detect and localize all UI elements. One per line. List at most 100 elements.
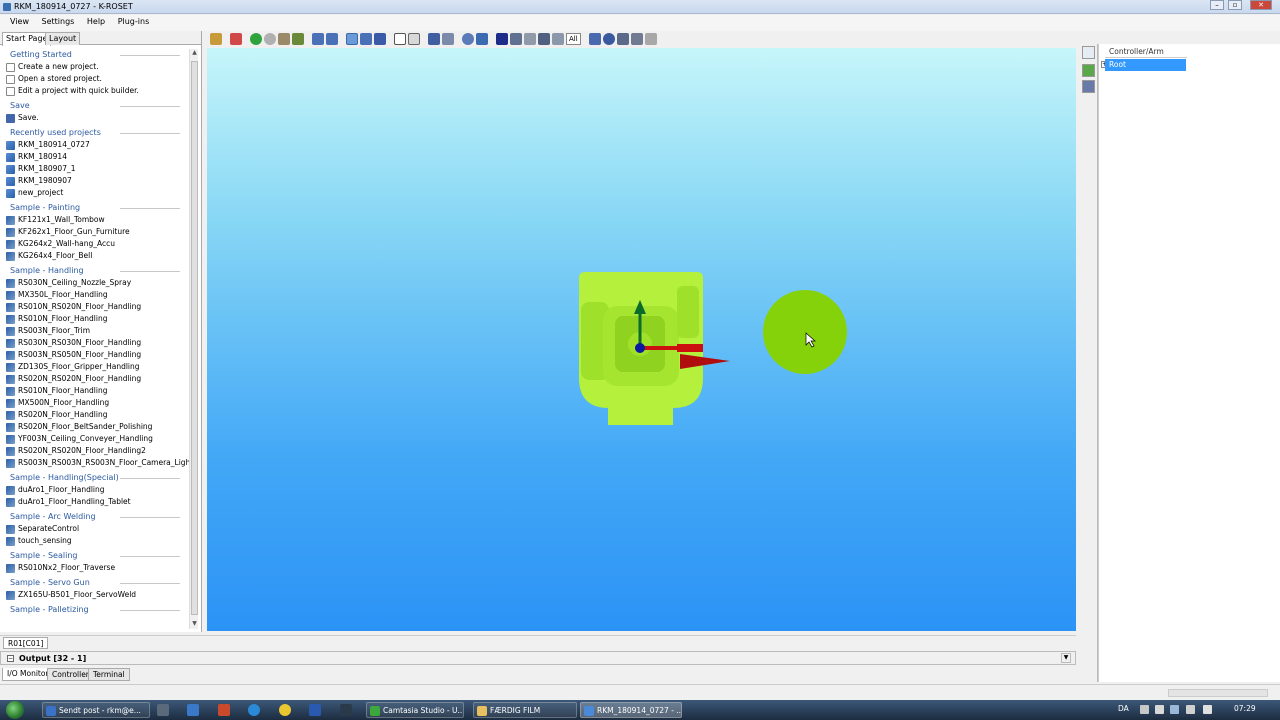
project-list-item[interactable]: RS020N_RS020N_Floor_Handling2 — [0, 445, 190, 457]
tray-app-icon[interactable] — [1170, 705, 1179, 714]
chevron-down-icon[interactable]: ▼ — [1061, 653, 1071, 663]
grid-frame-icon[interactable] — [408, 33, 420, 45]
tab-io-monitor[interactable]: I/O Monitor — [2, 668, 54, 681]
display-grid-icon[interactable] — [524, 33, 536, 45]
tab-controller[interactable]: Controller — [47, 668, 94, 681]
teach-icon[interactable] — [292, 33, 304, 45]
view-iso-icon[interactable] — [346, 33, 358, 45]
task-kroset[interactable]: RKM_180914_0727 - ... — [580, 702, 682, 718]
rotate-icon[interactable] — [462, 33, 474, 45]
grid-icon[interactable] — [616, 33, 629, 45]
project-list-item[interactable]: RS020N_Floor_Handling — [0, 409, 190, 421]
minimize-button[interactable]: – — [1210, 0, 1224, 10]
project-list-item[interactable]: RS010N_Floor_Handling — [0, 313, 190, 325]
project-list-item[interactable]: RS030N_RS030N_Floor_Handling — [0, 337, 190, 349]
pinned-explorer-icon[interactable] — [187, 704, 199, 716]
tree-root-node[interactable]: Root — [1105, 59, 1186, 71]
robot-tool-icon[interactable] — [210, 33, 222, 45]
scroll-up-icon[interactable]: ▲ — [190, 49, 199, 58]
project-list-item[interactable]: Create a new project. — [0, 61, 190, 73]
project-list-item[interactable]: RS010N_Floor_Handling — [0, 385, 190, 397]
project-list-item[interactable]: RS003N_Floor_Trim — [0, 325, 190, 337]
project-list-item[interactable]: RKM_1980907 — [0, 175, 190, 187]
project-list-item[interactable]: RKM_180914 — [0, 151, 190, 163]
pinned-office-icon[interactable] — [218, 704, 230, 716]
pinned-ie-icon[interactable] — [248, 704, 260, 716]
project-list-item[interactable]: touch_sensing — [0, 535, 190, 547]
delete-icon[interactable] — [1082, 80, 1095, 93]
split-view-icon[interactable] — [538, 33, 550, 45]
pinned-app-icon[interactable] — [157, 704, 169, 716]
project-list-item[interactable]: new_project — [0, 187, 190, 199]
project-list-item[interactable]: Open a stored project. — [0, 73, 190, 85]
menu-settings[interactable]: Settings — [37, 15, 80, 28]
display-solid-icon[interactable] — [496, 33, 508, 45]
display-wire-icon[interactable] — [510, 33, 522, 45]
show-all-button[interactable]: All — [566, 33, 581, 45]
project-list-item[interactable]: RS003N_RS003N_RS003N_Floor_Camera_Ligh..… — [0, 457, 190, 469]
project-list-item[interactable]: duAro1_Floor_Handling — [0, 484, 190, 496]
pan-icon[interactable] — [476, 33, 488, 45]
task-outlook[interactable]: Sendt post - rkm@e... — [42, 702, 150, 718]
tray-network-icon[interactable] — [1186, 705, 1195, 714]
stop-icon[interactable] — [264, 33, 276, 45]
view-perspective-icon[interactable] — [374, 33, 386, 45]
menu-help[interactable]: Help — [82, 15, 110, 28]
view-side-icon[interactable] — [326, 33, 338, 45]
volume-icon[interactable] — [1203, 705, 1212, 714]
target-sphere[interactable] — [763, 290, 847, 374]
status-scrollbar[interactable] — [1168, 689, 1268, 697]
scroll-down-icon[interactable]: ▼ — [190, 620, 199, 629]
view-front-icon[interactable] — [312, 33, 324, 45]
project-list-item[interactable]: RS010Nx2_Floor_Traverse — [0, 562, 190, 574]
project-list-item[interactable]: RS030N_Ceiling_Nozzle_Spray — [0, 277, 190, 289]
scrollbar-thumb[interactable] — [191, 61, 198, 615]
project-list-item[interactable]: RKM_180914_0727 — [0, 139, 190, 151]
project-list-item[interactable]: ZD130S_Floor_Gripper_Handling — [0, 361, 190, 373]
close-button[interactable]: ✕ — [1250, 0, 1272, 10]
language-indicator[interactable]: DA — [1118, 704, 1129, 713]
task-camtasia[interactable]: Camtasia Studio - U... — [366, 702, 464, 718]
robot-tab[interactable]: R01[C01] — [3, 637, 49, 649]
left-panel-scrollbar[interactable]: ▲ ▼ — [189, 49, 198, 629]
clock[interactable]: 07:29 — [1234, 704, 1256, 713]
layout-icon[interactable] — [552, 33, 564, 45]
properties-icon[interactable] — [1082, 46, 1095, 59]
maximize-button[interactable]: ▫ — [1228, 0, 1242, 10]
menu-plugins[interactable]: Plug-ins — [113, 15, 155, 28]
3d-viewport[interactable] — [207, 48, 1076, 631]
project-list-item[interactable]: duAro1_Floor_Handling_Tablet — [0, 496, 190, 508]
pinned-media-icon[interactable] — [340, 704, 352, 716]
tab-layout[interactable]: Layout — [45, 32, 81, 45]
project-list-item[interactable]: KG264x2_Wall-hang_Accu — [0, 238, 190, 250]
collapse-output-icon[interactable]: − — [7, 655, 14, 662]
pinned-word-icon[interactable] — [309, 704, 321, 716]
project-list-item[interactable]: KF121x1_Wall_Tombow — [0, 214, 190, 226]
project-list-item[interactable]: Save. — [0, 112, 190, 124]
project-list-item[interactable]: RS003N_RS050N_Floor_Handling — [0, 349, 190, 361]
tab-terminal[interactable]: Terminal — [88, 668, 130, 681]
home-icon[interactable] — [278, 33, 290, 45]
play-icon[interactable] — [250, 33, 262, 45]
pinned-chrome-icon[interactable] — [279, 704, 291, 716]
project-list-item[interactable]: RS020N_RS020N_Floor_Handling — [0, 373, 190, 385]
project-list-item[interactable]: ZX165U-B501_Floor_ServoWeld — [0, 589, 190, 601]
add-controller-icon[interactable] — [1082, 64, 1095, 77]
project-list-item[interactable]: RS010N_RS020N_Floor_Handling — [0, 301, 190, 313]
zoom-icon[interactable] — [602, 33, 615, 45]
record-icon[interactable] — [230, 33, 242, 45]
measure-icon[interactable] — [588, 33, 601, 45]
project-list-item[interactable]: KF262x1_Floor_Gun_Furniture — [0, 226, 190, 238]
project-list-item[interactable]: YF003N_Ceiling_Conveyer_Handling — [0, 433, 190, 445]
save-icon[interactable] — [428, 33, 440, 45]
start-button[interactable] — [6, 701, 24, 719]
menu-view[interactable]: View — [5, 15, 34, 28]
project-list-item[interactable]: RKM_180907_1 — [0, 163, 190, 175]
project-list-item[interactable]: MX500N_Floor_Handling — [0, 397, 190, 409]
tray-settings-icon[interactable] — [1155, 705, 1164, 714]
view-top-icon[interactable] — [360, 33, 372, 45]
export-icon[interactable] — [442, 33, 454, 45]
snapshot-icon[interactable] — [630, 33, 643, 45]
project-list-item[interactable]: MX350L_Floor_Handling — [0, 289, 190, 301]
task-folder[interactable]: FÆRDIG FILM — [473, 702, 577, 718]
